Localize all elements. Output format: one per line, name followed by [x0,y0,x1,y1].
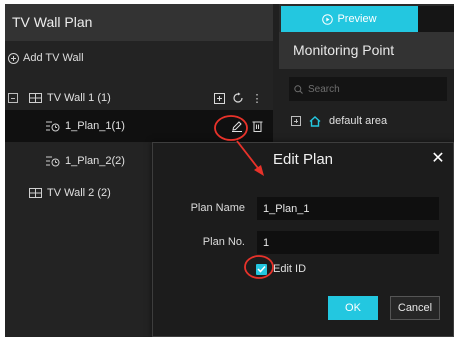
checkbox-checked-icon[interactable] [256,263,267,275]
tree-item-plan-1[interactable]: 1_Plan_1(1) [5,110,273,142]
tv-wall-icon [29,93,42,103]
plan-name-field[interactable] [257,197,439,220]
cancel-button[interactable]: Cancel [390,296,440,320]
monitoring-point-header: Monitoring Point [279,32,454,69]
search-input[interactable]: Search [289,77,447,101]
tv-wall-icon [29,188,42,198]
dialog-title: Edit Plan [272,151,334,168]
more-icon[interactable]: ⋮ [251,92,263,105]
home-icon [309,115,321,127]
plan-no-field[interactable] [257,231,439,254]
tab-bar: Preview [279,4,454,32]
ok-button[interactable]: OK [328,296,378,320]
area-label: default area [329,115,388,127]
panel-title: TV Wall Plan [5,4,273,41]
tab-secondary[interactable] [418,6,454,32]
add-box-icon[interactable] [213,92,225,104]
edit-pencil-icon[interactable] [231,120,243,132]
edit-id-checkbox[interactable]: Edit ID [256,263,306,275]
edit-id-label: Edit ID [273,263,307,275]
circle-plus-icon [8,52,19,64]
plan-name-label: Plan Name [190,202,245,214]
plan-no-label: Plan No. [202,236,245,248]
expand-icon[interactable] [291,116,301,126]
add-tv-wall-label: Add TV Wall [23,52,84,64]
collapse-icon[interactable] [8,93,18,103]
search-placeholder: Search [308,83,340,95]
close-icon[interactable]: ✕ [429,150,447,168]
tv-wall-app: TV Wall Plan Add TV Wall TV Wall 1 (1) ⋮… [5,4,454,337]
tab-preview[interactable]: Preview [281,6,418,32]
edit-plan-dialog: Edit Plan ✕ Plan Name Plan No. Edit ID O… [152,142,454,337]
plan-1-label: 1_Plan_1(1) [65,120,125,132]
plan-icon [46,156,60,167]
tv-wall-1-label: TV Wall 1 (1) [47,92,111,104]
search-icon [294,84,303,94]
plan-icon [46,121,60,132]
delete-icon[interactable] [251,120,263,132]
tree-item-default-area[interactable]: default area [291,111,387,131]
add-tv-wall-button[interactable]: Add TV Wall [8,49,84,67]
play-circle-icon [322,13,334,25]
tv-wall-2-label: TV Wall 2 (2) [47,187,111,199]
plan-2-label: 1_Plan_2(2) [65,155,125,167]
tab-preview-label: Preview [337,13,377,25]
refresh-icon[interactable] [232,92,244,104]
